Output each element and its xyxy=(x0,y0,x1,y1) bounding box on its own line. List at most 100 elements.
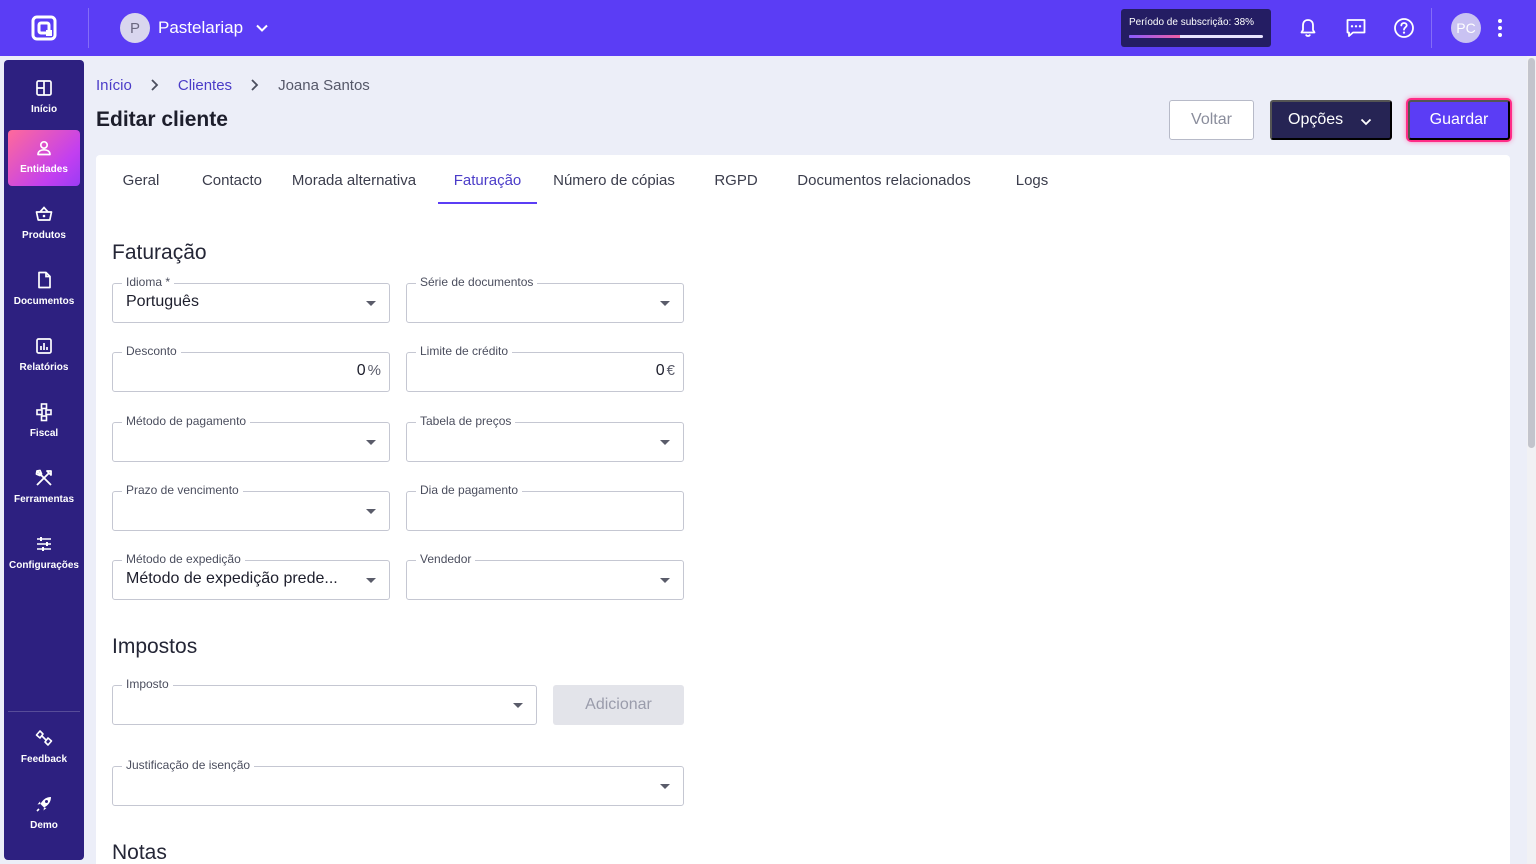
sidebar: Início Entidades Produtos Documentos Rel… xyxy=(4,60,84,860)
sidebar-item-label: Início xyxy=(30,104,58,115)
shipping-method-select[interactable]: Método de expedição Método de expedição … xyxy=(112,552,390,600)
tab-faturacao[interactable]: Faturação xyxy=(438,155,537,205)
top-divider xyxy=(88,8,89,48)
save-button[interactable]: Guardar xyxy=(1408,100,1510,140)
field-value: Método de expedição prede... xyxy=(126,570,338,587)
field-label: Imposto xyxy=(122,677,173,691)
payment-day-input[interactable]: Dia de pagamento xyxy=(406,483,684,531)
exemption-justification-select[interactable]: Justificação de isenção xyxy=(112,758,684,806)
tab-rgpd[interactable]: RGPD xyxy=(708,155,764,205)
subscription-progress-track xyxy=(1129,35,1263,38)
tab-documentos-relacionados[interactable]: Documentos relacionados xyxy=(790,155,978,205)
credit-limit-input[interactable]: Limite de crédito 0 € xyxy=(406,344,684,392)
taxes-section-title: Impostos xyxy=(112,635,198,658)
dropdown-caret-icon xyxy=(366,509,376,514)
field-label: Desconto xyxy=(122,344,181,358)
dropdown-caret-icon xyxy=(366,578,376,583)
field-label: Método de expedição xyxy=(122,552,245,566)
price-table-select[interactable]: Tabela de preços xyxy=(406,414,684,462)
sidebar-item-label: Entidades xyxy=(20,164,68,175)
breadcrumb-clients-link[interactable]: Clientes xyxy=(178,77,232,94)
sidebar-divider xyxy=(8,711,80,712)
tab-contacto[interactable]: Contacto xyxy=(194,155,270,205)
chevron-down-icon xyxy=(256,24,268,32)
scrollbar-thumb[interactable] xyxy=(1528,58,1535,448)
person-icon xyxy=(37,140,51,156)
tab-numero-de-copias[interactable]: Número de cópias xyxy=(546,155,682,205)
company-name: Pastelariap xyxy=(158,18,244,37)
payment-method-select[interactable]: Método de pagamento xyxy=(112,414,390,462)
breadcrumb-home-link[interactable]: Início xyxy=(96,77,132,94)
options-button[interactable]: Opções xyxy=(1270,100,1392,140)
chat-icon[interactable] xyxy=(1344,16,1368,40)
sidebar-item-ferramentas[interactable]: Ferramentas xyxy=(8,460,80,516)
sidebar-item-demo[interactable]: Demo xyxy=(8,786,80,842)
field-value: Português xyxy=(126,293,199,310)
field-label: Limite de crédito xyxy=(416,344,513,358)
chevron-right-icon xyxy=(251,79,259,91)
sidebar-item-label: Demo xyxy=(30,820,58,831)
page-scrollbar[interactable] xyxy=(1527,56,1536,864)
sidebar-item-entidades[interactable]: Entidades xyxy=(8,130,80,186)
user-avatar[interactable]: PC xyxy=(1451,13,1481,43)
add-tax-button[interactable]: Adicionar xyxy=(553,685,684,725)
field-label: Série de documentos xyxy=(416,275,538,289)
subscription-label: Período de subscrição: 38% xyxy=(1129,17,1255,28)
tab-logs[interactable]: Logs xyxy=(1006,155,1058,205)
discount-value-group: 0 % xyxy=(357,362,381,380)
sidebar-item-label: Ferramentas xyxy=(13,494,75,505)
document-icon xyxy=(38,271,51,289)
due-term-select[interactable]: Prazo de vencimento xyxy=(112,483,390,531)
sidebar-item-label: Configurações xyxy=(8,560,79,571)
rocket-icon xyxy=(36,797,51,812)
seller-select[interactable]: Vendedor xyxy=(406,552,684,600)
bell-icon[interactable] xyxy=(1296,16,1320,40)
field-label: Justificação de isenção xyxy=(122,758,255,772)
company-selector[interactable]: P Pastelariap xyxy=(120,13,269,43)
chevron-down-icon xyxy=(1360,118,1372,126)
sidebar-item-fiscal[interactable]: Fiscal xyxy=(8,394,80,450)
top-bar: P Pastelariap Período de subscrição: 38%… xyxy=(0,0,1536,56)
field-label: Vendedor xyxy=(416,552,476,566)
euro-unit: € xyxy=(666,362,675,379)
sidebar-item-label: Relatórios xyxy=(19,362,69,373)
feedback-icon xyxy=(35,730,53,746)
tab-geral[interactable]: Geral xyxy=(112,155,170,205)
discount-value: 0 xyxy=(356,362,366,379)
app-logo-icon[interactable] xyxy=(30,14,58,42)
sidebar-item-relatorios[interactable]: Relatórios xyxy=(8,328,80,384)
dropdown-caret-icon xyxy=(513,703,523,708)
client-edit-card: Geral Contacto Morada alternativa Fatura… xyxy=(96,155,1510,864)
credit-limit-value-group: 0 € xyxy=(656,362,675,380)
dropdown-caret-icon xyxy=(660,578,670,583)
subscription-progress-fill xyxy=(1129,35,1180,38)
tab-bar: Geral Contacto Morada alternativa Fatura… xyxy=(96,155,1510,205)
top-divider xyxy=(1431,8,1432,48)
credit-limit-value: 0 xyxy=(655,362,665,379)
sidebar-item-configuracoes[interactable]: Configurações xyxy=(8,526,80,582)
discount-input[interactable]: Desconto 0 % xyxy=(112,344,390,392)
help-icon[interactable] xyxy=(1392,16,1416,40)
tax-select[interactable]: Imposto xyxy=(112,677,537,725)
more-vertical-icon[interactable] xyxy=(1494,16,1506,40)
sidebar-item-produtos[interactable]: Produtos xyxy=(8,196,80,252)
sidebar-item-label: Documentos xyxy=(13,296,75,307)
breadcrumb: Início Clientes Joana Santos xyxy=(96,74,370,96)
dropdown-caret-icon xyxy=(660,301,670,306)
back-button[interactable]: Voltar xyxy=(1169,100,1254,140)
tab-morada-alternativa[interactable]: Morada alternativa xyxy=(286,155,422,205)
field-label: Tabela de preços xyxy=(416,414,516,428)
language-select[interactable]: Idioma * Português xyxy=(112,275,390,323)
report-icon xyxy=(36,338,52,354)
sidebar-item-documentos[interactable]: Documentos xyxy=(8,262,80,318)
dropdown-caret-icon xyxy=(660,784,670,789)
page-title: Editar cliente xyxy=(96,108,228,131)
dropdown-caret-icon xyxy=(366,301,376,306)
sidebar-item-label: Produtos xyxy=(22,230,66,241)
document-series-select[interactable]: Série de documentos xyxy=(406,275,684,323)
subscription-period-indicator[interactable]: Período de subscrição: 38% xyxy=(1121,9,1271,47)
dropdown-caret-icon xyxy=(660,440,670,445)
company-avatar: P xyxy=(120,13,150,43)
sidebar-item-inicio[interactable]: Início xyxy=(8,70,80,126)
sidebar-item-feedback[interactable]: Feedback xyxy=(8,720,80,776)
